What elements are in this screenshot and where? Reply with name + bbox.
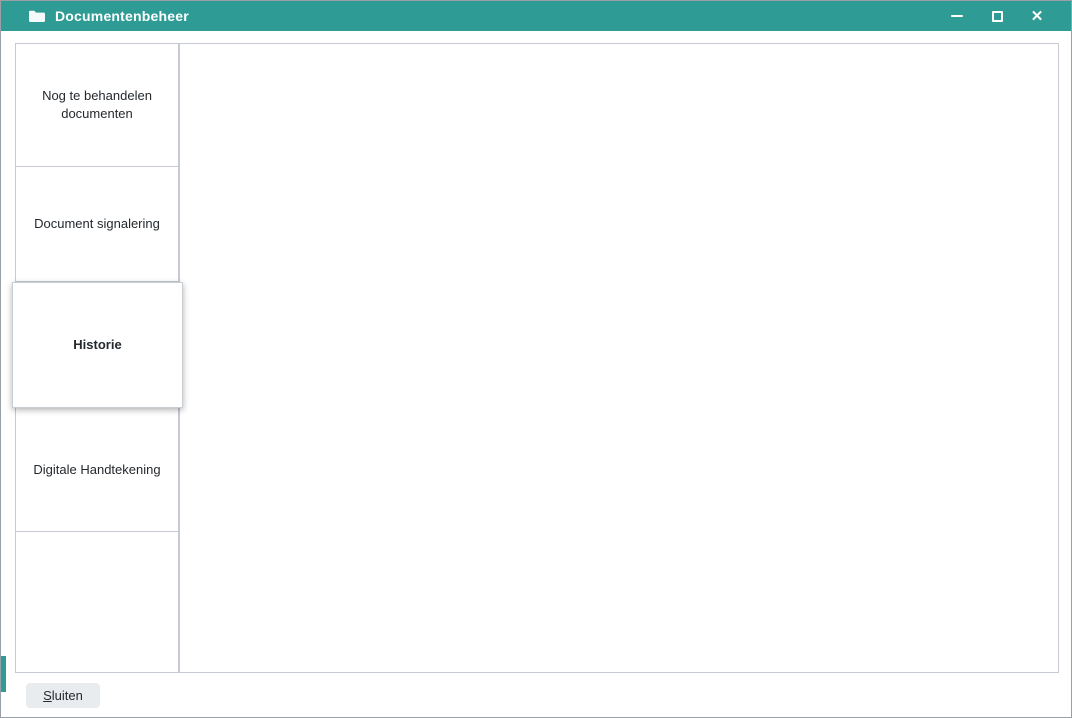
sidebar-tabs: Nog te behandelen documentenDocument sig… (15, 43, 179, 673)
main-panel (179, 43, 1059, 673)
minimize-button[interactable] (949, 8, 965, 24)
maximize-icon (992, 11, 1003, 22)
close-icon: ✕ (1031, 9, 1044, 24)
sidebar-tab-document-signalering[interactable]: Document signalering (16, 167, 178, 282)
sidebar-tab-digitale-handtekening[interactable]: Digitale Handtekening (16, 408, 178, 532)
minimize-icon (951, 15, 963, 17)
documentenbeheer-window: Documentenbeheer ✕ Nog te behandelen doc… (0, 0, 1072, 718)
titlebar: Documentenbeheer ✕ (1, 1, 1071, 31)
sidebar-tab-nog-te-behandelen-documenten[interactable]: Nog te behandelen documenten (16, 44, 178, 167)
sidebar-tab-historie[interactable]: Historie (12, 282, 183, 408)
folder-icon (29, 10, 45, 23)
maximize-button[interactable] (989, 8, 1005, 24)
sluiten-button[interactable]: Sluiten (26, 683, 100, 708)
accent-strip (1, 656, 6, 692)
window-title: Documentenbeheer (55, 8, 189, 24)
close-button[interactable]: ✕ (1029, 8, 1045, 24)
sidebar-filler (16, 532, 178, 672)
